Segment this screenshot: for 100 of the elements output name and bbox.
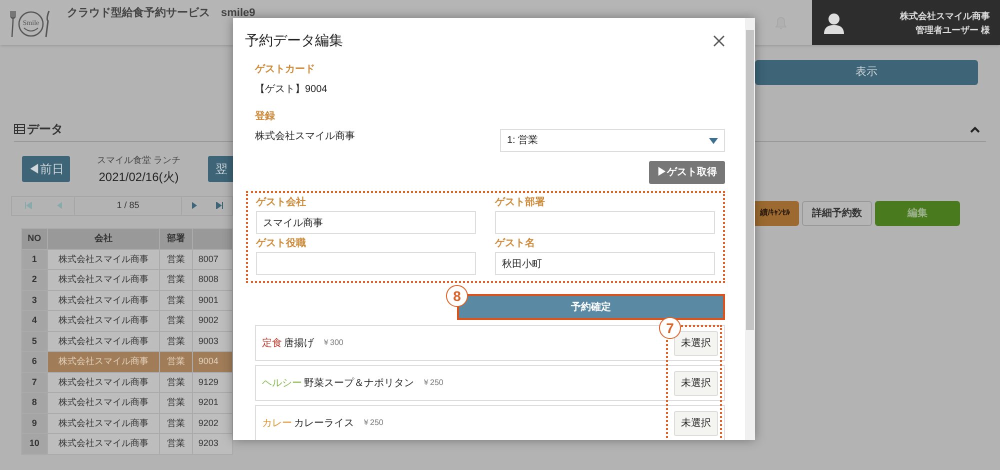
user-name: 管理者ユーザー 様: [915, 24, 990, 36]
menu-name: カレーライス: [294, 416, 354, 430]
dropdown-caret-icon: [709, 138, 718, 144]
select-button[interactable]: 未選択: [674, 330, 718, 356]
table-cell: 9202: [192, 413, 232, 434]
input-field[interactable]: 秋田小町: [495, 252, 715, 275]
menu-category: 定食: [262, 336, 282, 350]
field-label: ゲスト役職: [256, 236, 307, 251]
select-button[interactable]: 未選択: [674, 410, 718, 436]
last-page-icon[interactable]: [216, 202, 222, 209]
next-day-button[interactable]: 翌: [208, 156, 236, 182]
table-cell: 営業: [159, 434, 193, 454]
table-cell: 株式会社スマイル商事: [47, 290, 160, 310]
table-cell: 10: [22, 434, 48, 454]
table-row[interactable]: 1 株式会社スマイル商事 営業 8007: [22, 249, 232, 270]
scrollbar[interactable]: [745, 18, 755, 440]
app-title: クラウド型給食予約サービス smile9: [67, 6, 256, 21]
menu-price: ￥300: [322, 337, 344, 349]
table-cell: 4: [22, 310, 48, 331]
field-label: ゲスト名: [495, 236, 536, 251]
table-cell: 株式会社スマイル商事: [47, 352, 160, 372]
table-cell: 株式会社スマイル商事: [47, 372, 160, 392]
table-cell: 7: [22, 372, 48, 392]
table-cell: 9004: [192, 352, 232, 372]
table-cell: 営業: [159, 413, 193, 434]
previous-page-icon[interactable]: [56, 202, 62, 209]
action-button[interactable]: 詳細予約数: [802, 200, 872, 226]
table-cell: 営業: [159, 270, 193, 290]
show-button[interactable]: 表示: [755, 60, 978, 85]
next-page-icon[interactable]: [192, 202, 196, 209]
close-icon[interactable]: [713, 34, 725, 46]
table-cell: 8: [22, 392, 48, 413]
input-field[interactable]: [495, 211, 715, 234]
table-cell: 8007: [192, 249, 232, 270]
table-cell: 営業: [159, 372, 193, 392]
table-row[interactable]: 9 株式会社スマイル商事 営業 9202: [22, 413, 232, 434]
column-header: NO: [22, 228, 48, 249]
column-header: 部署: [159, 228, 193, 249]
table-cell: 9129: [192, 372, 232, 392]
dialog-title: 予約データ編集: [245, 31, 343, 50]
previous-day-button[interactable]: ◀前日: [22, 156, 70, 182]
date-label: 2021/02/16(火): [98, 168, 179, 186]
table-cell: 6: [22, 352, 48, 372]
table-cell: 9203: [192, 434, 232, 454]
table-cell: 株式会社スマイル商事: [47, 270, 160, 290]
input-field[interactable]: [256, 252, 476, 275]
list-icon: [14, 124, 25, 134]
first-page-icon[interactable]: [24, 202, 32, 209]
field-label: ゲスト部署: [495, 196, 546, 210]
table-cell: 営業: [159, 331, 193, 352]
register-label: 登録: [255, 110, 276, 124]
fetch-guest-button[interactable]: ▶ゲスト取得: [649, 161, 725, 184]
table-cell: 9201: [192, 392, 232, 413]
section-title: データ: [27, 121, 63, 138]
table-row[interactable]: 2 株式会社スマイル商事 営業 8008: [22, 270, 232, 290]
table-cell: 9: [22, 413, 48, 434]
table-cell: 株式会社スマイル商事: [47, 331, 160, 352]
page-indicator: 1 / 85: [74, 196, 182, 214]
table-cell: 営業: [159, 392, 193, 413]
table-cell: 営業: [159, 310, 193, 331]
menu-category: ヘルシー: [262, 376, 302, 390]
table-cell: 営業: [159, 290, 193, 310]
table-row[interactable]: 5 株式会社スマイル商事 営業 9003: [22, 331, 232, 352]
field-label: ゲスト会社: [256, 196, 307, 210]
table-cell: 1: [22, 249, 48, 270]
menu-price: ￥250: [362, 417, 384, 429]
table-cell: 9002: [192, 310, 232, 331]
table-cell: 9001: [192, 290, 232, 310]
table-row[interactable]: 4 株式会社スマイル商事 営業 9002: [22, 310, 232, 331]
table-row[interactable]: 8 株式会社スマイル商事 営業 9201: [22, 392, 232, 413]
table-cell: 5: [22, 331, 48, 352]
table-cell: 株式会社スマイル商事: [47, 249, 160, 270]
table-cell: 8008: [192, 270, 232, 290]
column-header: 会社: [47, 228, 160, 249]
department-select[interactable]: 1: 営業: [500, 129, 725, 152]
table-cell: 株式会社スマイル商事: [47, 310, 160, 331]
cafeteria-caption: スマイル食堂 ランチ: [97, 154, 181, 167]
table-cell: 株式会社スマイル商事: [47, 392, 160, 413]
menu-category: カレー: [262, 416, 292, 430]
caret-up-icon[interactable]: [970, 126, 980, 132]
guest-card-number: 【ゲスト】9004: [255, 82, 328, 97]
table-cell: 2: [22, 270, 48, 290]
table-row[interactable]: 6 株式会社スマイル商事 営業 9004: [22, 352, 232, 372]
step-callout: 8: [446, 285, 468, 307]
register-company: 株式会社スマイル商事: [255, 130, 355, 144]
table-cell: 営業: [159, 352, 193, 372]
user-icon[interactable]: [822, 10, 846, 34]
input-field[interactable]: スマイル商事: [256, 211, 476, 234]
table-cell: 3: [22, 290, 48, 310]
menu-name: 唐揚げ: [284, 336, 314, 350]
table-row[interactable]: 7 株式会社スマイル商事 営業 9129: [22, 372, 232, 392]
table-cell: 営業: [159, 249, 193, 270]
user-company: 株式会社スマイル商事: [900, 10, 990, 22]
select-button[interactable]: 未選択: [674, 370, 718, 396]
table-cell: 株式会社スマイル商事: [47, 434, 160, 454]
table-cell: 株式会社スマイル商事: [47, 413, 160, 434]
guest-card-label: ゲストカード: [255, 63, 316, 77]
table-row[interactable]: 10 株式会社スマイル商事 営業 9203: [22, 434, 232, 454]
table-row[interactable]: 3 株式会社スマイル商事 営業 9001: [22, 290, 232, 310]
menu-price: ￥250: [422, 377, 444, 389]
